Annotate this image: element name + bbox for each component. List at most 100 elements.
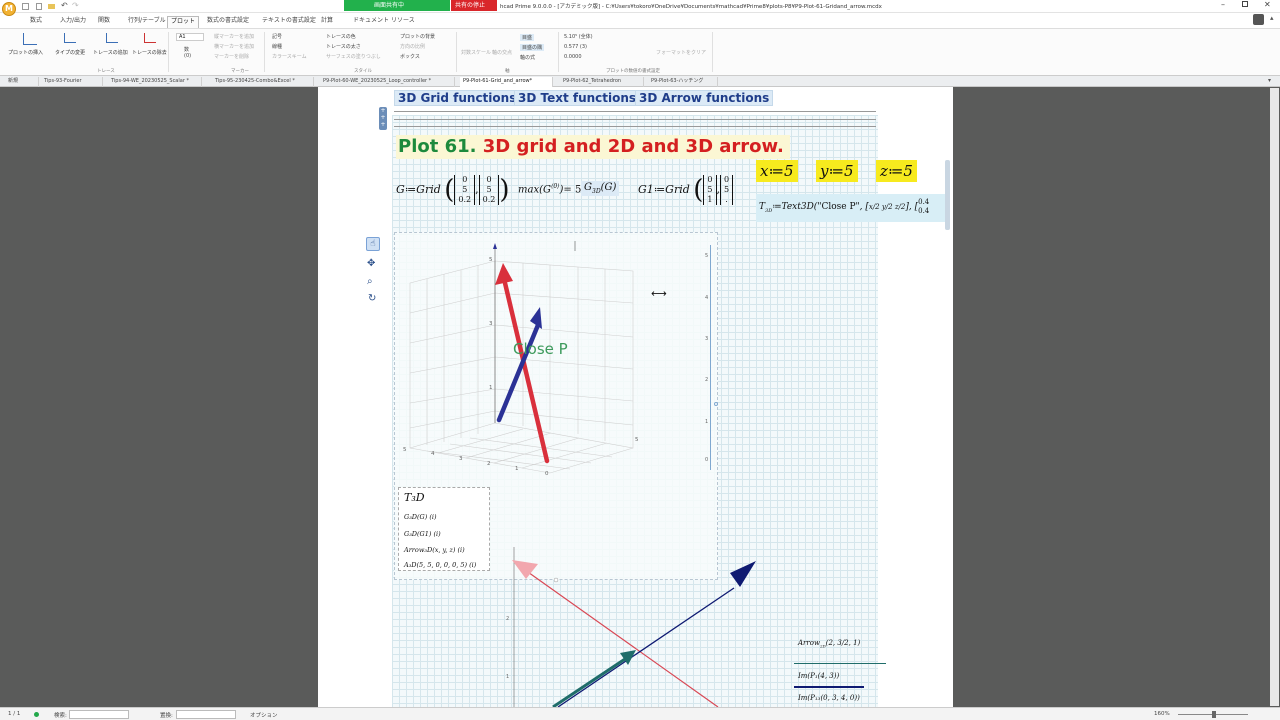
log-scale-button[interactable]: 対数スケール xyxy=(461,49,491,56)
format-zero[interactable]: 0.0000 xyxy=(564,54,582,60)
grid-g1-definition[interactable]: G1≔Grid (0 5 1,0 5. xyxy=(638,175,734,211)
heading-text: 3D grid and 2D and 3D arrow. xyxy=(482,136,784,157)
rotate-tool-icon[interactable]: ☝ xyxy=(366,237,380,251)
tab-calc[interactable]: 計算 xyxy=(318,16,336,28)
box-button[interactable]: ボックス xyxy=(400,53,420,60)
zoom-level: 160% xyxy=(1154,711,1170,717)
tab-io[interactable]: 入力/出力 xyxy=(57,16,89,28)
var-x[interactable]: x≔5 xyxy=(756,160,798,182)
g3d-call[interactable]: G3D(G) xyxy=(581,181,620,196)
insert-plot-button[interactable]: プロットの挿入 xyxy=(8,49,43,56)
search-input[interactable] xyxy=(69,710,129,719)
redo-icon[interactable]: ↷ xyxy=(72,1,79,10)
quick-access-new-icon[interactable] xyxy=(36,3,42,10)
side-tick: 2 xyxy=(705,377,709,383)
stop-sharing-button[interactable]: 共有の停止 xyxy=(451,0,497,11)
heading-number: Plot 61. xyxy=(398,136,477,157)
collapse-ribbon-icon[interactable]: ▴ xyxy=(1270,14,1274,22)
tab-plot[interactable]: プロット xyxy=(167,16,200,28)
zoom-slider-thumb[interactable] xyxy=(1212,711,1216,718)
doc-tab[interactable]: P9-Plot-60-WE_20230525_Loop_controller * xyxy=(320,77,455,87)
tick-corner-button[interactable]: 目盛の隅 xyxy=(520,44,545,51)
undo-icon[interactable]: ↶ xyxy=(61,1,68,10)
ticks-button[interactable]: 目盛 xyxy=(520,34,535,41)
doc-tab[interactable]: Tips-94-WE_20230525_Scalar * xyxy=(108,77,202,87)
minimize-button[interactable]: – xyxy=(1221,0,1225,9)
trace-color-button[interactable]: トレースの色 xyxy=(326,33,356,40)
add-vmarker-button[interactable]: 縦マーカーを追加 xyxy=(214,33,254,40)
options-dropdown[interactable]: オプション xyxy=(250,711,278,719)
im2-label[interactable]: Im(P₁₃(0, 3, 4, 0)) xyxy=(798,694,860,702)
delete-marker-button[interactable]: マーカーを削除 xyxy=(214,53,249,60)
color-scheme-button[interactable]: カラースキーム xyxy=(272,53,307,60)
arrow2d-label[interactable]: Arrow2D(2, 3/2, 1) xyxy=(798,639,860,648)
app-logo[interactable]: M xyxy=(2,2,16,16)
grid-g-definition[interactable]: G≔Grid (0 5 0.2,0 5 0.2) xyxy=(396,175,510,211)
axis-selector[interactable]: A1 xyxy=(176,33,204,41)
cursor-icon: ⟷ xyxy=(651,287,667,300)
region-resize-handle[interactable] xyxy=(945,160,950,230)
tick-label: 2 xyxy=(487,461,491,467)
replace-input[interactable] xyxy=(176,710,236,719)
link-3d-grid[interactable]: 3D Grid functions xyxy=(394,90,521,106)
format-decimal[interactable]: 0.577 (3) xyxy=(564,44,587,50)
line-style-button[interactable]: 線種 xyxy=(272,43,282,50)
doc-tab[interactable]: Tips-93-Fourier xyxy=(41,77,103,87)
quick-access-open-icon[interactable] xyxy=(48,4,55,9)
plot-bg-button[interactable]: プロットの背景 xyxy=(400,33,435,40)
link-3d-arrow[interactable]: 3D Arrow functions xyxy=(635,90,774,106)
area-expand-icon[interactable]: + + + xyxy=(379,107,387,130)
tick-label: 0 xyxy=(545,471,549,477)
text3d-definition[interactable]: T3D≔Text3D("Close P", [x/2 y/2 z/2], [0.… xyxy=(756,194,948,222)
doc-tab[interactable]: P9-Plot-62_Tetrahedron xyxy=(560,77,644,87)
plot-legend[interactable]: T₃D G₃D(G) (i) G₃D(G1) (i) Arrow₃D(x, y,… xyxy=(398,487,490,571)
tab-formula[interactable]: 数式 xyxy=(27,16,45,28)
close-button[interactable]: ✕ xyxy=(1264,0,1271,9)
tab-document[interactable]: ドキュメント xyxy=(350,16,392,28)
tab-resources[interactable]: リソース xyxy=(388,16,418,28)
max-expression[interactable]: max(G⟨0⟩)= 5 xyxy=(518,183,581,195)
doc-tab-active[interactable]: P9-Plot-61-Grid_and_arrow* xyxy=(460,77,553,87)
tab-formula-format[interactable]: 数式の書式設定 xyxy=(204,16,252,28)
reset-view-icon[interactable]: ↻ xyxy=(368,293,376,304)
doc-tab[interactable]: 新規 xyxy=(5,77,39,87)
clear-format-button[interactable]: フォーマットをクリア xyxy=(656,49,706,56)
tick-label: 5 xyxy=(635,437,639,443)
tab-functions[interactable]: 関数 xyxy=(95,16,113,28)
im1-label[interactable]: Im(P₁(4, 3)) xyxy=(798,672,839,680)
doc-tab[interactable]: P9-Plot-63-ハッチング xyxy=(648,77,718,87)
remove-trace-button[interactable]: トレースの除去 xyxy=(132,49,167,56)
var-z[interactable]: z≔5 xyxy=(876,160,917,182)
arrow2d-name: Arrow xyxy=(798,639,820,647)
side-axis-handle[interactable] xyxy=(714,402,718,406)
plot-2d-arrows[interactable]: 2 1 xyxy=(498,547,778,707)
doc-tab[interactable]: Tips-95-230425-Combo&Excel * xyxy=(212,77,314,87)
trace-group-label: トレース xyxy=(97,69,115,74)
trace-weight-button[interactable]: トレースの太さ xyxy=(326,43,361,50)
worksheet-page[interactable]: 3D Grid functions 3D Text functions 3D A… xyxy=(318,87,953,707)
vertical-scrollbar[interactable] xyxy=(1270,88,1279,706)
help-icon[interactable] xyxy=(1253,14,1264,25)
var-y[interactable]: y≔5 xyxy=(816,160,858,182)
t3d-val: 0.4 xyxy=(918,197,930,206)
change-type-button[interactable]: タイプの変更 xyxy=(55,49,85,56)
link-3d-text[interactable]: 3D Text functions xyxy=(514,90,641,106)
axis-expr-button[interactable]: 軸の式 xyxy=(520,54,535,61)
symbol-button[interactable]: 記号 xyxy=(272,33,282,40)
maximize-button[interactable] xyxy=(1242,1,1248,7)
pan-tool-icon[interactable]: ✥ xyxy=(367,258,375,269)
tab-scroll-icon[interactable]: ▾ xyxy=(1268,77,1271,84)
surface-fill-button[interactable]: サーフェスの塗りつぶし xyxy=(326,53,381,60)
axis-cross-button[interactable]: 軸の交点 xyxy=(492,49,512,56)
tab-matrix[interactable]: 行列/テーブル xyxy=(125,16,169,28)
zoom-tool-icon[interactable]: ⌕ xyxy=(367,276,373,287)
tab-text-format[interactable]: テキストの書式設定 xyxy=(259,16,319,28)
recording-badge[interactable]: 画面共有中 xyxy=(344,0,450,11)
quick-access-save-icon[interactable] xyxy=(22,3,29,10)
add-hmarker-button[interactable]: 横マーカーを追加 xyxy=(214,43,254,50)
trace-line-navy xyxy=(794,686,864,688)
aspect-ratio-button[interactable]: 方向の比例 xyxy=(400,43,425,50)
add-trace-button[interactable]: トレースの追加 xyxy=(93,49,128,56)
format-notation[interactable]: 5.10⁵ (全体) xyxy=(564,33,593,40)
divider-line xyxy=(394,126,876,127)
